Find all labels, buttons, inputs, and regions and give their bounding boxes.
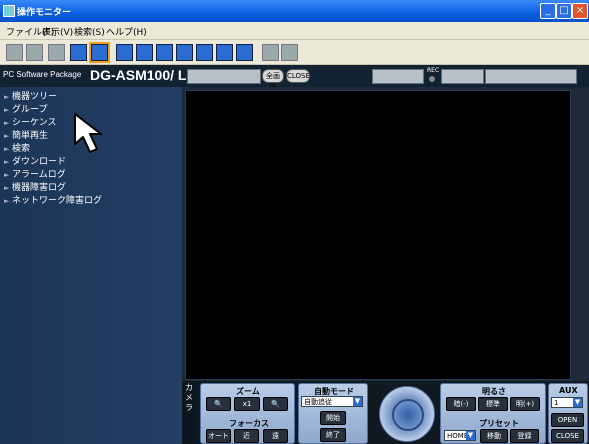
export-icon[interactable]	[48, 44, 65, 61]
arrow-icon: ►	[4, 158, 10, 166]
focus-far-button[interactable]: 遠	[263, 429, 288, 443]
brightness-dark-button[interactable]: 暗(-)	[446, 397, 476, 411]
arrow-icon: ►	[4, 145, 10, 153]
brightness-bright-button[interactable]: 明(+)	[510, 397, 540, 411]
window-title: 操作モニター	[17, 8, 72, 18]
sidebar-item-alarm-log[interactable]: ► アラームログ	[4, 167, 180, 180]
layout-selected-icon[interactable]	[89, 42, 110, 63]
brightness-label: 明るさ	[482, 387, 506, 396]
preset-select[interactable]: HOME ▼	[444, 430, 476, 441]
auto-mode-end-button[interactable]: 終了	[320, 428, 346, 442]
auto-mode-value: 自動追従	[304, 398, 332, 406]
sidebar-item-label: シーケンス	[12, 118, 57, 128]
screen-4-icon[interactable]	[136, 44, 153, 61]
video-display[interactable]	[185, 90, 571, 380]
chevron-down-icon: ▼	[573, 398, 582, 407]
camera-tab[interactable]: カメラ	[183, 383, 195, 443]
status-field-3	[441, 69, 484, 84]
arrow-icon: ►	[4, 106, 10, 114]
zoom-label: ズーム	[236, 387, 260, 396]
camera-icon[interactable]	[6, 44, 23, 61]
arrow-icon: ►	[4, 119, 10, 127]
header-bar: PC Software Package DG-ASM100/ L3 全画面 CL…	[0, 65, 589, 92]
sidebar-item-label: 簡単再生	[12, 131, 49, 141]
sidebar-item-device-error-log[interactable]: ► 機器障害ログ	[4, 180, 180, 193]
sidebar-item-label: グループ	[12, 105, 48, 115]
zoom-in-icon: 🔍	[271, 400, 280, 408]
focus-label: フォーカス	[229, 419, 269, 428]
zoom-in-button[interactable]: 🔍	[263, 397, 288, 411]
focus-near-button[interactable]: 近	[234, 429, 259, 443]
screen-1-icon[interactable]	[116, 44, 133, 61]
sidebar-item-label: 機器障害ログ	[12, 183, 67, 193]
aux-select[interactable]: 1 ▼	[551, 397, 583, 408]
screen-b-icon[interactable]	[216, 44, 233, 61]
chevron-down-icon: ▼	[466, 431, 475, 440]
arrow-icon: ►	[4, 93, 10, 101]
menu-view[interactable]: 表示(V)	[42, 25, 73, 38]
screen-16-icon[interactable]	[176, 44, 193, 61]
sidebar-item-label: ネットワーク障害ログ	[12, 196, 103, 206]
preset-move-button[interactable]: 移動	[480, 429, 508, 443]
model-label: DG-ASM100/ L3	[90, 67, 195, 83]
zoom-x1-button[interactable]: x1	[234, 397, 260, 411]
mouse-pointer-icon	[74, 113, 102, 153]
auto-mode-start-button[interactable]: 開始	[320, 411, 346, 425]
screen-a-icon[interactable]	[196, 44, 213, 61]
window-titlebar: 操作モニター _ □ ×	[0, 0, 589, 22]
status-field-2	[372, 69, 424, 84]
multi-view-icon[interactable]	[262, 44, 279, 61]
arrow-icon: ►	[4, 184, 10, 192]
fullscreen-button[interactable]: 全画面	[262, 69, 284, 92]
rec-indicator-icon	[429, 76, 435, 82]
layout-icon[interactable]	[70, 44, 87, 61]
maximize-button[interactable]: □	[556, 3, 572, 19]
status-field-4	[485, 69, 577, 84]
zoom-view-icon[interactable]	[281, 44, 298, 61]
aux-label: AUX	[559, 386, 578, 395]
aux-open-button[interactable]: OPEN	[551, 413, 584, 427]
status-field-1	[187, 69, 261, 84]
brightness-standard-button[interactable]: 標準	[478, 397, 508, 411]
close-button[interactable]: ×	[572, 3, 588, 19]
close-view-button[interactable]: CLOSE	[286, 69, 310, 83]
chevron-down-icon: ▼	[353, 397, 362, 406]
zoom-out-button[interactable]: 🔍	[206, 397, 231, 411]
package-label: PC Software Package	[3, 70, 82, 79]
sidebar-item-label: 機器ツリー	[12, 92, 58, 102]
arrow-icon: ►	[4, 171, 10, 179]
app-icon	[3, 5, 15, 17]
toolbar	[0, 40, 589, 65]
aux-close-button[interactable]: CLOSE	[551, 429, 584, 443]
menu-help[interactable]: ヘルプ(H)	[106, 25, 147, 38]
sidebar-item-device-tree[interactable]: ► 機器ツリー	[4, 89, 180, 102]
rec-label: REC	[427, 67, 440, 74]
direction-pad-center-icon[interactable]	[392, 399, 424, 431]
arrow-icon: ►	[4, 197, 10, 205]
arrow-icon: ►	[4, 132, 10, 140]
menu-search[interactable]: 検索(S)	[74, 25, 105, 38]
menu-bar: ファイル(F) 表示(V) 検索(S) ヘルプ(H)	[0, 22, 589, 40]
sidebar-item-network-error-log[interactable]: ► ネットワーク障害ログ	[4, 193, 180, 206]
print-icon[interactable]	[26, 44, 43, 61]
aux-value: 1	[554, 399, 559, 407]
preset-label: プリセット	[479, 419, 519, 428]
sidebar-item-label: 検索	[12, 144, 31, 154]
sidebar-item-label: ダウンロード	[12, 157, 67, 167]
preset-register-button[interactable]: 登録	[510, 429, 539, 443]
auto-mode-select[interactable]: 自動追従 ▼	[301, 396, 363, 407]
zoom-out-icon: 🔍	[214, 400, 223, 408]
screen-c-icon[interactable]	[236, 44, 253, 61]
focus-auto-button[interactable]: オート	[206, 429, 231, 443]
minimize-button[interactable]: _	[540, 3, 556, 19]
screen-9-icon[interactable]	[156, 44, 173, 61]
sidebar-item-label: アラームログ	[12, 170, 66, 180]
